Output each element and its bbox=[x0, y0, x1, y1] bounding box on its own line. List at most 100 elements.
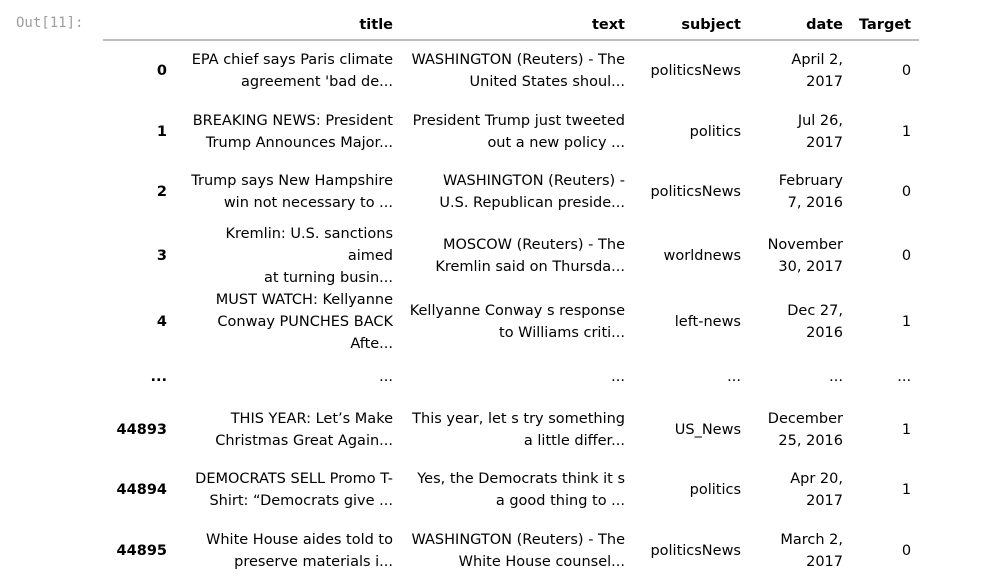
date-line-2: 30, 2017 bbox=[778, 259, 843, 275]
title-line-1: Kremlin: U.S. sanctions aimed bbox=[225, 226, 393, 264]
column-header-subject: subject bbox=[633, 12, 749, 40]
cell-subject: politics bbox=[633, 102, 749, 163]
title-line-1: DEMOCRATS SELL Promo T- bbox=[195, 471, 393, 487]
column-header-date: date bbox=[749, 12, 851, 40]
cell-title: Trump says New Hampshire win not necessar… bbox=[175, 162, 401, 223]
cell-text: MOSCOW (Reuters) - The Kremlin said on Th… bbox=[401, 223, 633, 289]
table-row: 1 BREAKING NEWS: President Trump Announces… bbox=[103, 102, 919, 163]
header-row: title text subject date Target bbox=[103, 12, 919, 40]
title-line-1: Trump says New Hampshire bbox=[191, 173, 393, 189]
cell-date: February 7, 2016 bbox=[749, 162, 851, 223]
cell-title: MUST WATCH: Kellyanne Conway PUNCHES BACK… bbox=[175, 289, 401, 355]
cell-title: DEMOCRATS SELL Promo T- Shirt: “Democrats… bbox=[175, 460, 401, 521]
text-line-1: Kellyanne Conway s response bbox=[410, 303, 625, 319]
text-line-2: a little differ... bbox=[524, 433, 625, 449]
cell-date: April 2, 2017 bbox=[749, 40, 851, 102]
title-line-1: BREAKING NEWS: President bbox=[193, 113, 393, 129]
cell-title: EPA chief says Paris climate agreement 'b… bbox=[175, 40, 401, 102]
date-line-2: 2016 bbox=[806, 325, 843, 341]
title-line-2: Trump Announces Major... bbox=[206, 135, 393, 151]
date-line-2: 2017 bbox=[806, 74, 843, 90]
cell-target: 1 bbox=[851, 289, 919, 355]
row-index: 2 bbox=[103, 162, 175, 223]
text-line-1: MOSCOW (Reuters) - The bbox=[443, 237, 625, 253]
table-row: 44895 White House aides told to preserve m… bbox=[103, 521, 919, 581]
cell-target: 1 bbox=[851, 460, 919, 521]
date-line-1: December bbox=[768, 411, 843, 427]
cell-subject: US_News bbox=[633, 400, 749, 461]
ellipsis-cell: ... bbox=[103, 355, 175, 400]
cell-target: 1 bbox=[851, 102, 919, 163]
table-row: 0 EPA chief says Paris climate agreement '… bbox=[103, 40, 919, 102]
text-line-2: out a new policy ... bbox=[487, 135, 625, 151]
text-line-2: Kremlin said on Thursda... bbox=[435, 259, 625, 275]
title-line-1: THIS YEAR: Let’s Make bbox=[231, 411, 393, 427]
cell-target: 0 bbox=[851, 40, 919, 102]
title-line-2: Conway PUNCHES BACK Afte... bbox=[217, 314, 393, 352]
cell-target: 0 bbox=[851, 162, 919, 223]
row-index: 3 bbox=[103, 223, 175, 289]
text-line-1: President Trump just tweeted bbox=[413, 113, 625, 129]
cell-title: White House aides told to preserve materi… bbox=[175, 521, 401, 581]
date-line-1: March 2, bbox=[780, 532, 843, 548]
date-line-1: February bbox=[779, 173, 843, 189]
date-line-2: 2017 bbox=[806, 554, 843, 570]
row-index: 44894 bbox=[103, 460, 175, 521]
date-line-2: 2017 bbox=[806, 135, 843, 151]
index-header bbox=[103, 12, 175, 40]
cell-text: WASHINGTON (Reuters) - TheUnited States … bbox=[401, 40, 633, 102]
cell-target: 0 bbox=[851, 223, 919, 289]
table-row: 3Kremlin: U.S. sanctions aimedat turning… bbox=[103, 223, 919, 289]
cell-subject: politics bbox=[633, 460, 749, 521]
text-line-2: to Williams criti... bbox=[499, 325, 625, 341]
table-row: 44893 THIS YEAR: Let’s Make Christmas Grea… bbox=[103, 400, 919, 461]
table-body: 0 EPA chief says Paris climate agreement '… bbox=[103, 40, 919, 581]
ellipsis-row: .................. bbox=[103, 355, 919, 400]
date-line-1: November bbox=[768, 237, 843, 253]
cell-text: WASHINGTON (Reuters) -U.S. Republican pr… bbox=[401, 162, 633, 223]
text-line-1: WASHINGTON (Reuters) - The bbox=[411, 52, 625, 68]
cell-text: Kellyanne Conway s response to Williams c… bbox=[401, 289, 633, 355]
cell-target: 1 bbox=[851, 400, 919, 461]
date-line-2: 7, 2016 bbox=[788, 195, 843, 211]
column-header-title: title bbox=[175, 12, 401, 40]
cell-date: Dec 27, 2016 bbox=[749, 289, 851, 355]
table-row: 4MUST WATCH: KellyanneConway PUNCHES BAC… bbox=[103, 289, 919, 355]
ellipsis-cell: ... bbox=[851, 355, 919, 400]
cell-title: Kremlin: U.S. sanctions aimedat turning … bbox=[175, 223, 401, 289]
column-header-text: text bbox=[401, 12, 633, 40]
text-line-1: This year, let s try something bbox=[412, 411, 625, 427]
dataframe-output: title text subject date Target 0 EPA chie… bbox=[103, 12, 919, 581]
title-line-1: EPA chief says Paris climate bbox=[192, 52, 393, 68]
date-line-1: Jul 26, bbox=[798, 113, 843, 129]
cell-date: November 30, 2017 bbox=[749, 223, 851, 289]
cell-subject: politicsNews bbox=[633, 162, 749, 223]
title-line-2: preserve materials i... bbox=[234, 554, 393, 570]
column-header-target: Target bbox=[851, 12, 919, 40]
cell-target: 0 bbox=[851, 521, 919, 581]
title-line-1: White House aides told to bbox=[206, 532, 393, 548]
cell-text: WASHINGTON (Reuters) - The White House co… bbox=[401, 521, 633, 581]
ellipsis-cell: ... bbox=[749, 355, 851, 400]
title-line-1: MUST WATCH: Kellyanne bbox=[216, 292, 393, 308]
cell-date: Apr 20,2017 bbox=[749, 460, 851, 521]
title-line-2: win not necessary to ... bbox=[224, 195, 393, 211]
cell-text: This year, let s try something a little d… bbox=[401, 400, 633, 461]
output-prompt: Out[11]: bbox=[16, 15, 83, 31]
date-line-1: Dec 27, bbox=[787, 303, 843, 319]
cell-title: THIS YEAR: Let’s Make Christmas Great Aga… bbox=[175, 400, 401, 461]
table-row: 2 Trump says New Hampshire win not necessa… bbox=[103, 162, 919, 223]
text-line-1: WASHINGTON (Reuters) - The bbox=[411, 532, 625, 548]
ellipsis-cell: ... bbox=[401, 355, 633, 400]
text-line-1: Yes, the Democrats think it s bbox=[417, 471, 625, 487]
row-index: 44895 bbox=[103, 521, 175, 581]
title-line-2: Christmas Great Again... bbox=[215, 433, 393, 449]
row-index: 44893 bbox=[103, 400, 175, 461]
title-line-2: agreement 'bad de... bbox=[241, 74, 393, 90]
date-line-1: April 2, bbox=[791, 52, 843, 68]
cell-subject: left-news bbox=[633, 289, 749, 355]
cell-subject: politicsNews bbox=[633, 521, 749, 581]
date-line-1: Apr 20, bbox=[790, 471, 843, 487]
text-line-2: White House counsel... bbox=[459, 554, 625, 570]
title-line-2: Shirt: “Democrats give ... bbox=[209, 493, 393, 509]
